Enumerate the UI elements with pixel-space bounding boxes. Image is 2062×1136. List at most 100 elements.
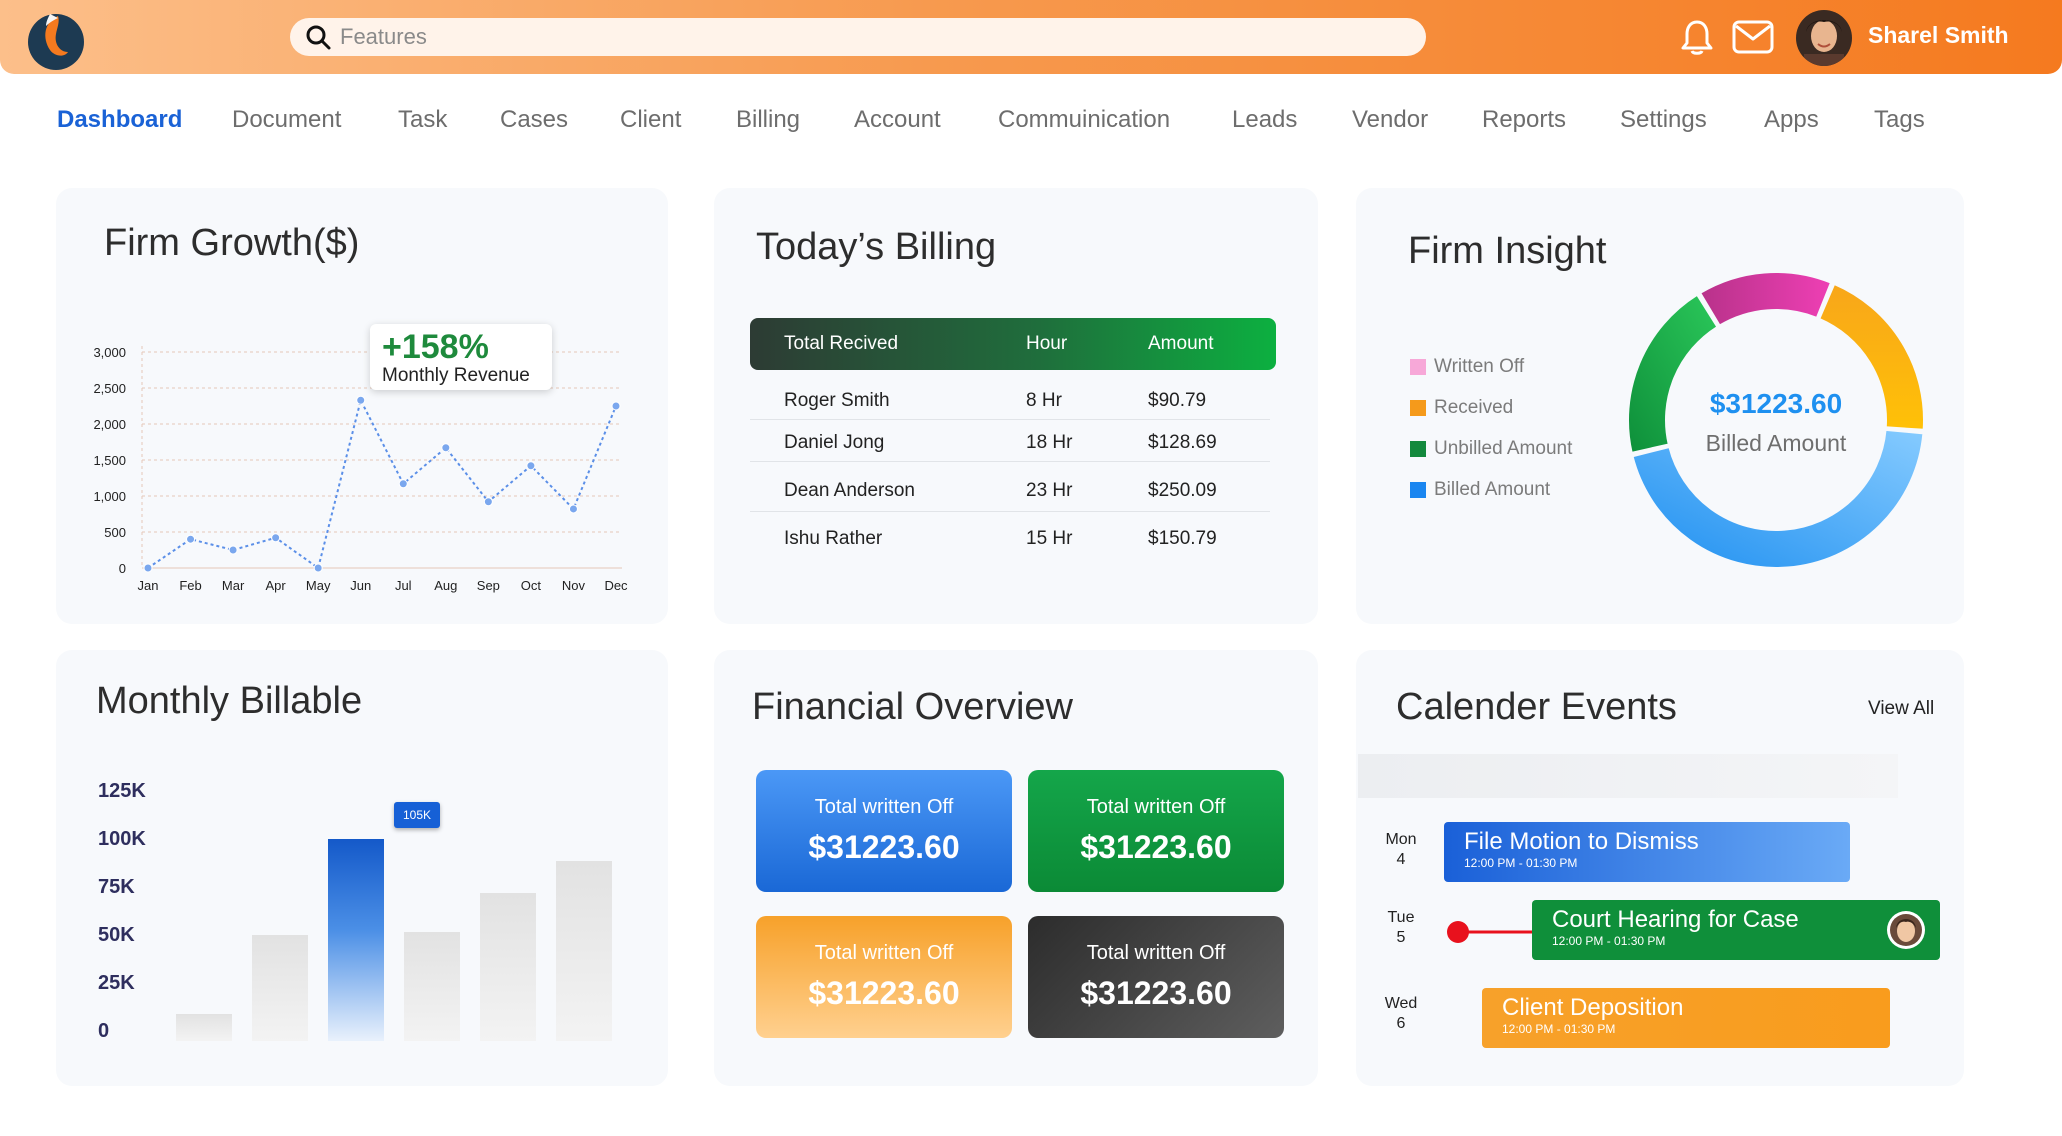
growth-data-point[interactable] (526, 461, 536, 471)
donut-hole (1667, 311, 1885, 529)
attendee-avatar[interactable] (1886, 910, 1926, 950)
nav-communication[interactable]: Commuinication (998, 106, 1170, 134)
x-tick-label: May (306, 578, 331, 593)
x-tick-label: Apr (266, 578, 287, 593)
y-tick-label: 2,500 (93, 381, 126, 396)
day-number: 6 (1396, 1015, 1406, 1032)
billable-bar[interactable] (556, 860, 612, 1041)
growth-data-point[interactable] (398, 479, 408, 489)
growth-data-point[interactable] (186, 534, 196, 544)
growth-data-point[interactable] (483, 497, 493, 507)
search-bar[interactable] (290, 18, 1426, 56)
search-icon (306, 25, 331, 50)
nav-cases[interactable]: Cases (500, 106, 568, 134)
nav-billing[interactable]: Billing (736, 106, 800, 134)
financial-overview-title: Financial Overview (752, 686, 1073, 728)
nav-dashboard[interactable]: Dashboard (57, 106, 182, 134)
nav-document[interactable]: Document (232, 106, 341, 134)
growth-series-line (147, 397, 617, 570)
row-name: Ishu Rather (784, 528, 883, 549)
bell-icon[interactable] (1680, 18, 1714, 56)
financial-box-value: $31223.60 (1080, 975, 1232, 1011)
legend-item: Billed Amount (1410, 479, 1550, 501)
y-tick-label: 25K (98, 972, 135, 994)
x-tick-label: Jul (395, 578, 412, 593)
nav-reports[interactable]: Reports (1482, 106, 1566, 134)
col-total-received: Total Recived (784, 333, 899, 354)
x-tick-label: Jan (138, 578, 159, 593)
legend-label: Received (1434, 397, 1514, 418)
y-tick-label: 100K (98, 828, 146, 850)
financial-box-label: Total written Off (814, 942, 954, 964)
calendar-week-strip[interactable] (1358, 754, 1898, 798)
billable-bar[interactable] (328, 839, 384, 1041)
col-amount: Amount (1148, 333, 1214, 354)
nav-settings[interactable]: Settings (1620, 106, 1707, 134)
event-time: 12:00 PM - 01:30 PM (1502, 1022, 1616, 1036)
x-tick-label: Mar (222, 578, 245, 593)
legend-item: Written Off (1410, 356, 1524, 378)
day-name: Tue (1387, 909, 1415, 926)
table-row[interactable]: Daniel Jong 18 Hr $128.69 (750, 420, 1270, 462)
financial-box-blue[interactable]: Total written Off $31223.60 (756, 770, 1012, 892)
nav-tags[interactable]: Tags (1874, 106, 1925, 134)
growth-data-point[interactable] (313, 563, 323, 573)
growth-badge: +158% Monthly Revenue (370, 324, 552, 390)
nav-leads[interactable]: Leads (1232, 106, 1297, 134)
event-file-motion[interactable]: File Motion to Dismiss 12:00 PM - 01:30 … (1444, 822, 1850, 882)
billable-bar[interactable] (176, 1014, 232, 1041)
financial-box-dark[interactable]: Total written Off $31223.60 (1028, 916, 1284, 1038)
y-tick-label: 1,000 (93, 489, 126, 504)
firm-insight-title: Firm Insight (1408, 230, 1607, 272)
firm-insight-card: Firm Insight Written Off Received Unbill… (1356, 188, 1964, 624)
event-court-hearing[interactable]: Court Hearing for Case 12:00 PM - 01:30 … (1532, 900, 1940, 960)
row-name: Daniel Jong (784, 432, 885, 453)
table-row[interactable]: Dean Anderson 23 Hr $250.09 (750, 464, 1270, 512)
financial-box-value: $31223.60 (808, 975, 960, 1011)
day-label-wed: Wed 6 (1376, 994, 1426, 1034)
x-tick-label: Aug (434, 578, 457, 593)
nav-account[interactable]: Account (854, 106, 941, 134)
billable-bar[interactable] (404, 931, 460, 1041)
growth-data-point[interactable] (271, 533, 281, 543)
nav-client[interactable]: Client (620, 106, 681, 134)
table-row[interactable]: Ishu Rather 15 Hr $150.79 (750, 512, 1270, 554)
view-all-link[interactable]: View All (1868, 698, 1934, 720)
mail-icon[interactable] (1732, 20, 1774, 54)
growth-data-point[interactable] (356, 395, 366, 405)
financial-box-orange[interactable]: Total written Off $31223.60 (756, 916, 1012, 1038)
y-tick-label: 0 (119, 561, 126, 576)
growth-data-point[interactable] (228, 545, 238, 555)
growth-data-point[interactable] (143, 563, 153, 573)
event-client-deposition[interactable]: Client Deposition 12:00 PM - 01:30 PM (1482, 988, 1890, 1048)
table-row[interactable]: Roger Smith 8 Hr $90.79 (750, 378, 1270, 420)
legend-item: Unbilled Amount (1410, 438, 1572, 460)
y-tick-label: 75K (98, 876, 135, 898)
day-number: 5 (1396, 929, 1406, 946)
x-tick-label: Nov (562, 578, 586, 593)
billable-bar[interactable] (252, 935, 308, 1041)
nav-vendor[interactable]: Vendor (1352, 106, 1428, 134)
firm-growth-chart: 0 500 1,000 1,500 2,000 2,500 3,000 Jan Feb Mar Ap… (93, 345, 628, 593)
col-hour: Hour (1026, 333, 1068, 354)
x-tick-label: Sep (477, 578, 500, 593)
event-title: File Motion to Dismiss (1464, 828, 1699, 855)
user-avatar[interactable] (1796, 10, 1852, 66)
bar-tooltip: 105K (394, 802, 440, 828)
financial-box-green[interactable]: Total written Off $31223.60 (1028, 770, 1284, 892)
growth-data-point[interactable] (611, 401, 621, 411)
y-tick-label: 500 (104, 525, 126, 540)
financial-box-label: Total written Off (1086, 942, 1226, 964)
x-tick-label: Jun (350, 578, 371, 593)
nav-task[interactable]: Task (398, 106, 447, 134)
nav-apps[interactable]: Apps (1764, 106, 1819, 134)
row-hour: 18 Hr (1026, 432, 1073, 453)
user-name[interactable]: Sharel Smith (1868, 22, 2009, 49)
firm-logo-icon[interactable] (24, 8, 88, 72)
billable-bar[interactable] (480, 893, 536, 1041)
search-input[interactable] (340, 24, 1400, 50)
legend-item: Received (1410, 397, 1513, 419)
financial-box-value: $31223.60 (1080, 829, 1232, 865)
growth-data-point[interactable] (568, 504, 578, 514)
growth-data-point[interactable] (441, 443, 451, 453)
